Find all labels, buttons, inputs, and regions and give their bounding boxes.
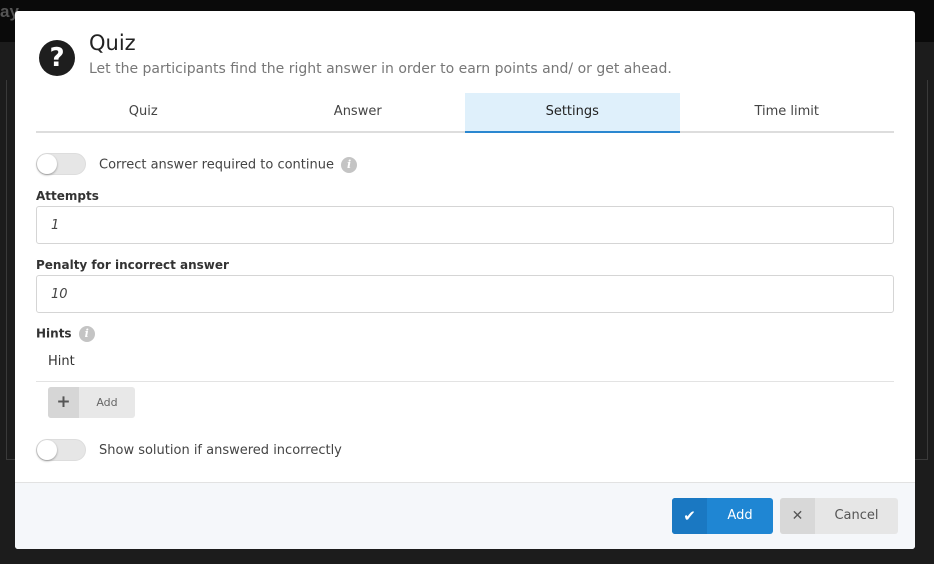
toggle-knob: [37, 440, 57, 460]
tab-bar: Quiz Answer Settings Time limit: [36, 93, 894, 133]
correct-answer-required-row: Correct answer required to continue i: [99, 157, 358, 173]
question-circle-icon: ?: [39, 40, 75, 76]
info-icon[interactable]: i: [78, 326, 95, 342]
tab-answer[interactable]: Answer: [251, 93, 466, 131]
dialog-title: Quiz: [89, 31, 136, 55]
show-solution-label: Show solution if answered incorrectly: [99, 443, 342, 458]
info-icon[interactable]: i: [341, 157, 358, 173]
add-button[interactable]: ✔ Add: [672, 498, 773, 534]
penalty-label: Penalty for incorrect answer: [36, 258, 229, 272]
backdrop-divider: [927, 80, 928, 460]
hint-column-header: Hint: [48, 354, 75, 369]
tab-quiz[interactable]: Quiz: [36, 93, 251, 131]
attempts-input[interactable]: [36, 206, 894, 244]
hints-label-row: Hints i: [36, 326, 95, 342]
check-icon: ✔: [672, 498, 707, 534]
plus-icon: +: [48, 387, 79, 418]
add-hint-button[interactable]: + Add: [48, 387, 135, 418]
cancel-button-label: Cancel: [834, 508, 879, 523]
correct-answer-required-label: Correct answer required to continue: [99, 157, 334, 173]
close-icon: ✕: [780, 498, 815, 534]
add-hint-label: Add: [96, 396, 118, 409]
dialog-subtitle: Let the participants find the right answ…: [89, 61, 672, 77]
tab-time-limit[interactable]: Time limit: [680, 93, 895, 131]
attempts-label: Attempts: [36, 189, 99, 203]
tab-settings[interactable]: Settings: [465, 93, 680, 133]
correct-answer-required-toggle[interactable]: [36, 153, 86, 175]
add-button-label: Add: [727, 508, 753, 523]
penalty-input[interactable]: [36, 275, 894, 313]
hints-label: Hints: [36, 326, 72, 341]
hints-table-header: Hint: [36, 342, 894, 382]
show-solution-toggle[interactable]: [36, 439, 86, 461]
quiz-dialog: ? Quiz Let the participants find the rig…: [15, 11, 915, 549]
cancel-button[interactable]: ✕ Cancel: [780, 498, 898, 534]
toggle-knob: [37, 154, 57, 174]
dialog-footer: ✔ Add ✕ Cancel: [15, 482, 915, 549]
dialog-header: ? Quiz Let the participants find the rig…: [15, 11, 915, 91]
backdrop-divider: [6, 80, 7, 460]
